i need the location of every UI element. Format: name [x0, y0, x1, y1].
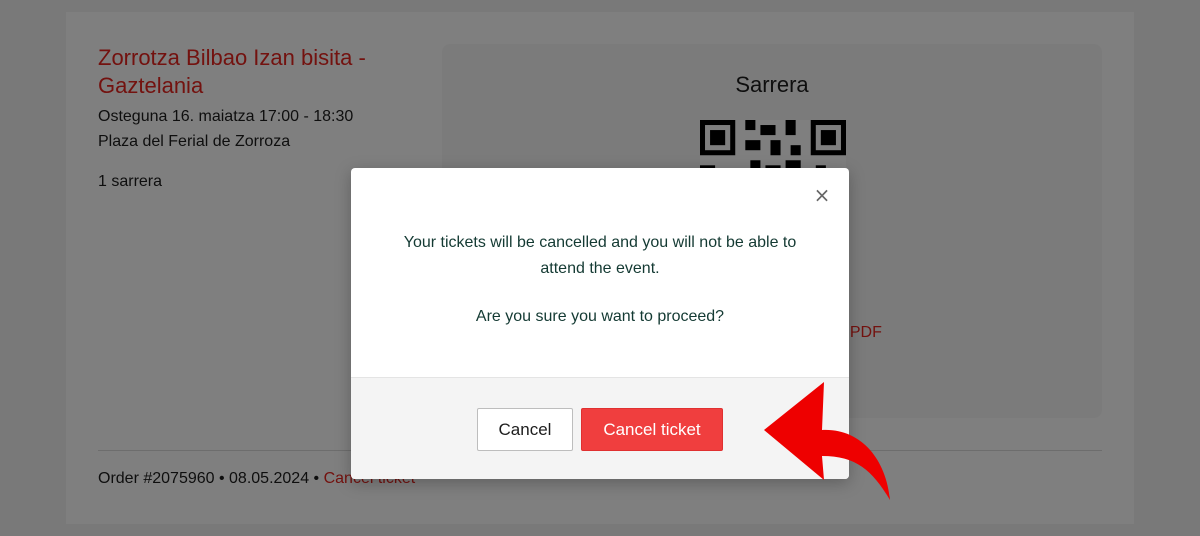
- cancel-button[interactable]: Cancel: [477, 408, 573, 451]
- curved-arrow-icon: [764, 382, 890, 500]
- confirm-cancel-ticket-button[interactable]: Cancel ticket: [581, 408, 723, 451]
- close-icon[interactable]: ×: [813, 184, 831, 206]
- modal-message: Your tickets will be cancelled and you w…: [403, 234, 797, 277]
- modal-question: Are you sure you want to proceed?: [475, 308, 725, 325]
